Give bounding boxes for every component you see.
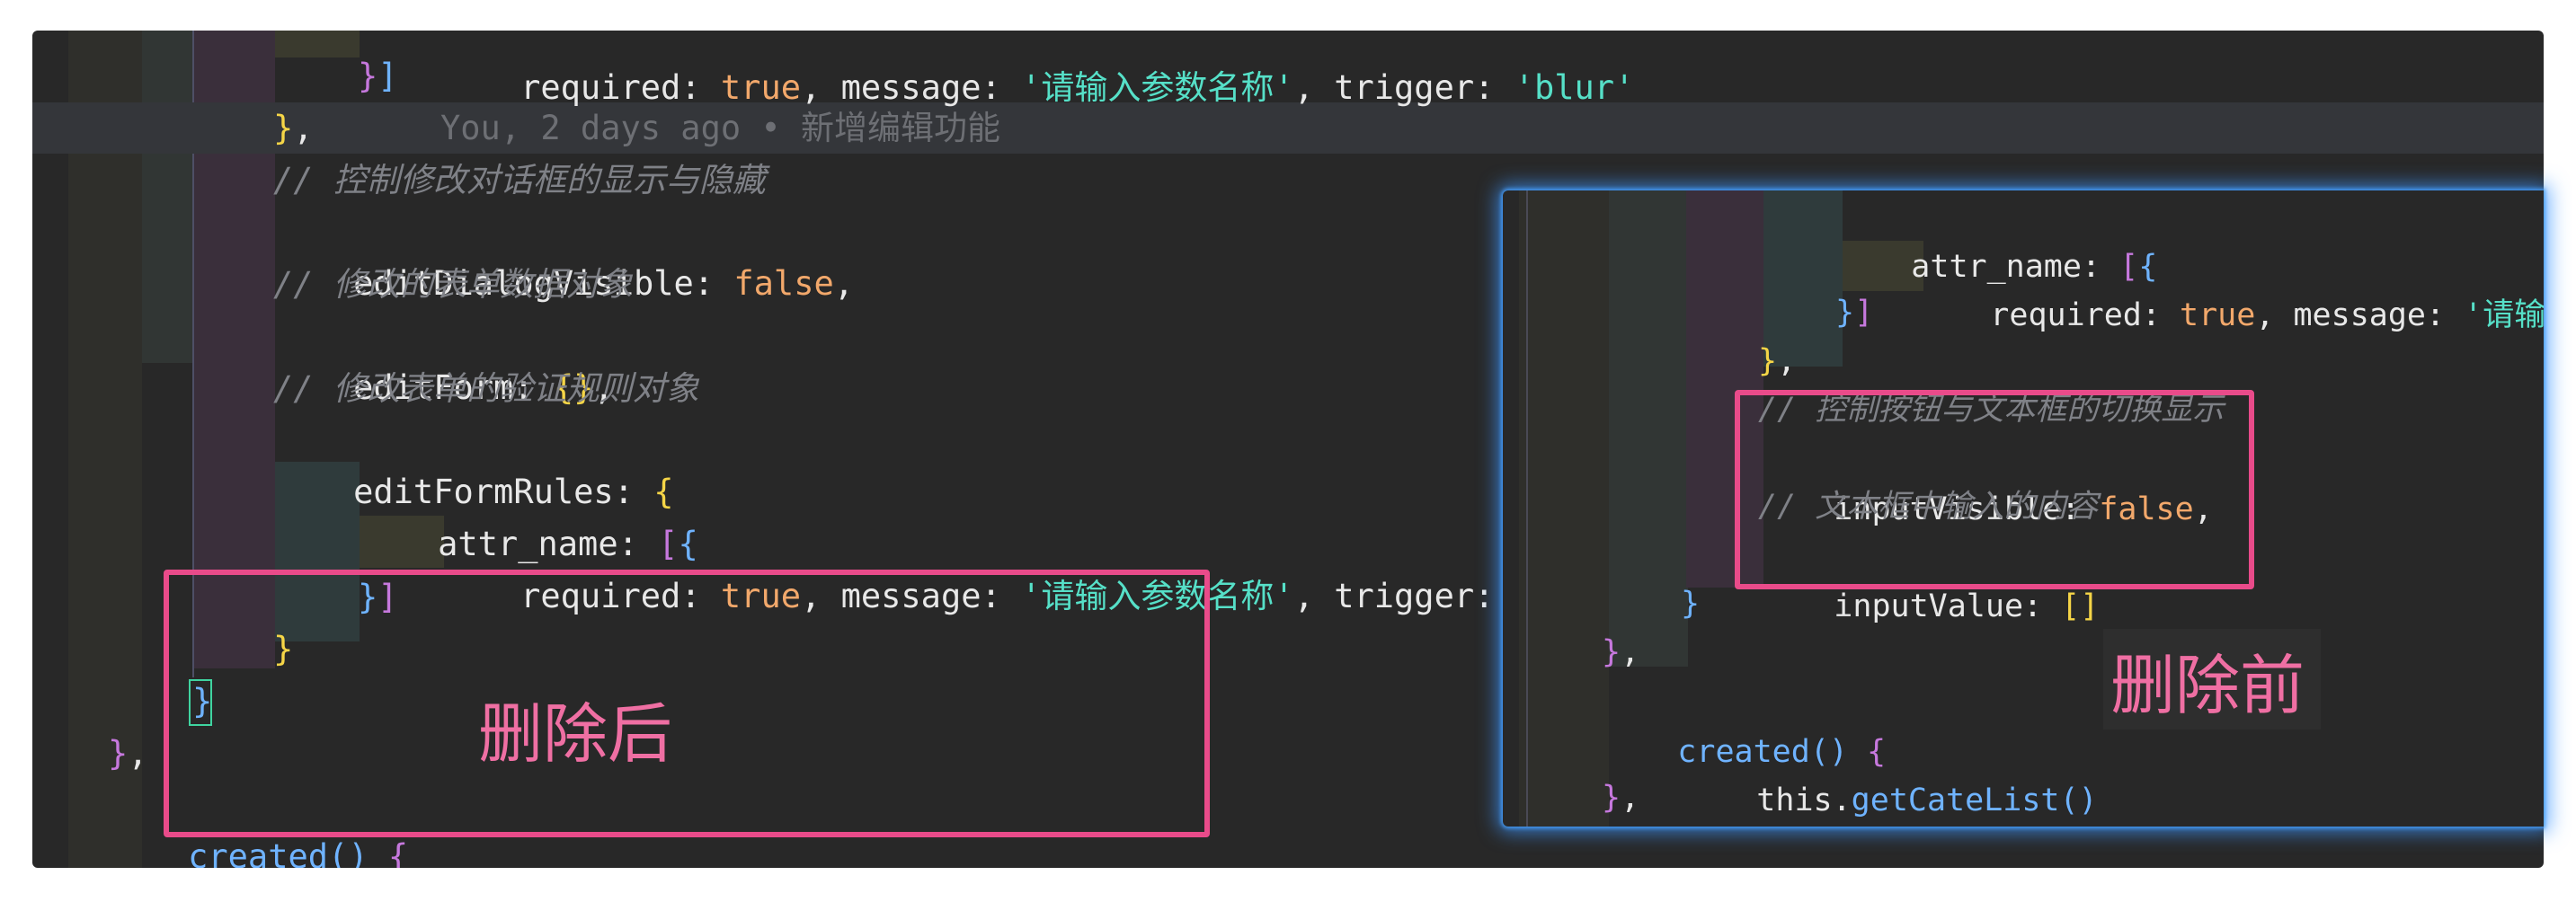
removed-code-box — [1735, 390, 2254, 589]
indent-guide — [1519, 190, 1609, 827]
code-token: true — [720, 68, 801, 107]
indent-guide — [275, 31, 360, 57]
code-line: editFormRules: { — [353, 473, 674, 511]
code-token: '请输入参 — [2464, 297, 2544, 333]
code-token: required — [1990, 297, 2142, 333]
code-line: created() { — [1677, 734, 1887, 770]
indent-guide — [1526, 190, 1528, 827]
code-token: message — [840, 68, 982, 107]
code-line: required: true, message: '请输入参数名称', trig… — [440, 519, 1554, 615]
code-token: '请输入参数名称' — [1021, 68, 1294, 107]
code-line: required: true, message: '请输入参数名称', trig… — [520, 68, 1635, 107]
code-editor-before-inset: attr_name: [{ required: true, message: '… — [1503, 190, 2544, 827]
code-line: }, — [1758, 343, 1797, 379]
code-line: required: true, message: '请输入参 — [1914, 239, 2544, 333]
code-line: }, — [108, 734, 148, 773]
code-token: true — [2180, 297, 2256, 333]
before-label: 删除前 — [2110, 648, 2305, 723]
code-token: this — [1756, 783, 1833, 818]
code-line: }, — [1602, 634, 1640, 670]
code-line: editForm: {}, — [353, 368, 614, 407]
code-line: attr_name: [{ — [1911, 249, 2158, 285]
code-line: editDialogVisible: false, — [353, 264, 855, 303]
code-comment: // 修改表单的验证规则对象 — [273, 369, 699, 408]
code-line: this.getCateList() — [192, 832, 633, 868]
git-blame-annotation: You, 2 days ago • 新增编辑功能 — [440, 109, 1000, 147]
code-comment: // 控制修改对话框的显示与隐藏 — [273, 161, 766, 199]
code-token: 'blur' — [1514, 68, 1635, 107]
code-line: this.getCateList() — [1756, 783, 2098, 818]
code-token: trigger — [1334, 68, 1475, 107]
indent-guide — [1609, 190, 1688, 667]
code-token: message — [2293, 297, 2426, 333]
code-line: } — [1681, 586, 1701, 622]
code-line: }, — [1602, 780, 1640, 816]
code-token: required — [520, 68, 681, 107]
code-line: attr_name: [{ — [438, 525, 698, 563]
code-token: getCateList — [1851, 783, 2060, 818]
deleted-region-box — [164, 570, 1210, 837]
code-line: }] — [1835, 295, 1874, 331]
code-token: false — [733, 264, 834, 303]
code-token: trigger — [1334, 577, 1475, 615]
code-line: }] — [358, 57, 398, 95]
code-line: }, — [273, 109, 314, 147]
after-label: 删除后 — [478, 696, 673, 772]
code-comment: // 修改的表单数据对象 — [273, 265, 633, 304]
code-token: inputValue — [1834, 588, 2024, 624]
